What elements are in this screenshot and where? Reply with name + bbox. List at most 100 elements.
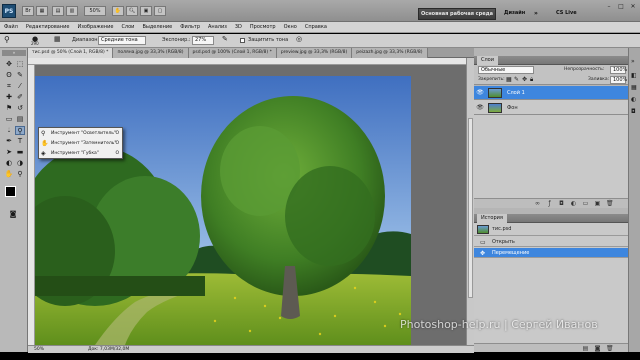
pen-tool-icon[interactable]: ✒ xyxy=(4,137,14,146)
hand-tool-icon[interactable]: ✋ xyxy=(4,170,14,179)
history-item-move[interactable]: ✥ Перемещение xyxy=(474,248,628,258)
menu-view[interactable]: Просмотр xyxy=(250,24,276,30)
minibridge-button[interactable]: ▦ xyxy=(36,6,48,16)
opacity-input[interactable]: 100% xyxy=(610,66,627,74)
tab-document-2[interactable]: поляна.jpg @ 33,3% (RGB/8) xyxy=(113,48,189,58)
menu-filter[interactable]: Фильтр xyxy=(180,24,200,30)
type-tool-icon[interactable]: T xyxy=(15,137,25,146)
menu-analysis[interactable]: Анализ xyxy=(208,24,227,30)
vertical-scrollbar[interactable] xyxy=(466,58,474,345)
tab-document-5[interactable]: peizazh.jpg @ 33,3% (RGB/8) xyxy=(352,48,428,58)
move-tool-icon[interactable]: ✥ xyxy=(4,60,14,69)
menu-3d[interactable]: 3D xyxy=(235,24,242,30)
adjustment-layer-icon[interactable]: ◐ xyxy=(570,200,577,207)
history-brush-tool-icon[interactable]: ↺ xyxy=(15,104,25,113)
tab-history[interactable]: История xyxy=(477,214,507,223)
zoom-level-select[interactable]: 50% xyxy=(84,6,106,16)
toolbar-collapse-icon[interactable]: » xyxy=(2,50,26,56)
brush-tool-icon[interactable]: ✐ xyxy=(15,93,25,102)
masks-panel-icon[interactable]: ◘ xyxy=(631,108,636,115)
clone-stamp-tool-icon[interactable]: ⚑ xyxy=(4,104,14,113)
grid-button[interactable]: ▥ xyxy=(66,6,78,16)
new-snapshot-icon[interactable]: ◙ xyxy=(594,345,601,352)
cs-live-button[interactable]: CS Live xyxy=(556,10,577,16)
dodge-tool-icon[interactable]: ⚲ xyxy=(15,126,25,135)
workspace-design-button[interactable]: Дизайн xyxy=(504,10,525,16)
close-icon[interactable]: ✕ xyxy=(628,3,638,11)
dodge-tool-preset-icon[interactable]: ⚲ xyxy=(4,35,10,44)
arrange-docs-button[interactable]: ▣ xyxy=(140,6,152,16)
panel-collapse-icon[interactable]: » xyxy=(631,58,635,65)
visibility-eye-icon[interactable]: 👁︎ xyxy=(476,104,484,112)
bridge-button[interactable]: Br xyxy=(22,6,34,16)
adjustments-panel-icon[interactable]: ◐ xyxy=(631,96,636,103)
delete-layer-icon[interactable]: 🗑︎ xyxy=(606,200,614,207)
layer-mask-icon[interactable]: ◘ xyxy=(558,200,565,207)
workspace-essentials-button[interactable]: Основная рабочая среда xyxy=(418,8,496,20)
fill-input[interactable]: 100% xyxy=(610,76,627,84)
flyout-item-burn[interactable]: ✋ Инструмент "Затемнитель" O xyxy=(39,139,122,148)
layer-row-layer1[interactable]: 👁︎ Слой 1 xyxy=(474,86,628,100)
zoom-tool-icon[interactable]: ⚲ xyxy=(15,170,25,179)
color-panel-icon[interactable]: ◧ xyxy=(631,72,637,79)
hand-tool-button[interactable]: ✋ xyxy=(112,6,124,16)
lock-transparency-icon[interactable]: ▦ xyxy=(506,76,512,83)
new-group-icon[interactable]: ▭ xyxy=(582,200,589,207)
airbrush-icon[interactable]: ✎ xyxy=(222,35,228,43)
foreground-color-swatch[interactable] xyxy=(5,186,16,197)
quick-select-tool-icon[interactable]: ✎ xyxy=(15,71,25,80)
screen-mode-button[interactable]: ▢ xyxy=(154,6,166,16)
menu-select[interactable]: Выделение xyxy=(142,24,172,30)
lock-position-icon[interactable]: ✥ xyxy=(522,76,527,83)
shape-tool-icon[interactable]: ▬ xyxy=(15,148,25,157)
zoom-tool-button[interactable]: 🔍︎ xyxy=(126,6,138,16)
link-layers-icon[interactable]: ∞ xyxy=(534,200,541,207)
tab-document-1[interactable]: тис.psd @ 50% (Слой 1, RGB/8) * xyxy=(28,48,114,58)
status-zoom[interactable]: 50% xyxy=(34,346,44,353)
new-document-from-state-icon[interactable]: ▤ xyxy=(582,345,589,352)
menu-file[interactable]: Файл xyxy=(4,24,18,30)
extras-button[interactable]: ▤ xyxy=(52,6,64,16)
new-layer-icon[interactable]: ▣ xyxy=(594,200,601,207)
brush-panel-icon[interactable]: ▦ xyxy=(54,35,61,43)
exposure-input[interactable]: 27% xyxy=(192,36,214,45)
gradient-tool-icon[interactable]: ▤ xyxy=(15,115,25,124)
minimize-icon[interactable]: – xyxy=(604,3,614,11)
blur-tool-icon[interactable]: 💧︎ xyxy=(4,126,14,135)
history-item-open[interactable]: ▭ Открыть xyxy=(474,237,628,247)
document-image[interactable] xyxy=(35,76,411,345)
3d-camera-tool-icon[interactable]: ◑ xyxy=(15,159,25,168)
path-select-tool-icon[interactable]: ➤ xyxy=(4,148,14,157)
layer-row-background[interactable]: 👁︎ Фон xyxy=(474,101,628,115)
maximize-icon[interactable]: □ xyxy=(616,3,626,11)
quick-mask-icon[interactable]: ◙ xyxy=(8,210,18,219)
crop-tool-icon[interactable]: ⌗ xyxy=(4,82,14,91)
flyout-item-sponge[interactable]: ◈ Инструмент "Губка" O xyxy=(39,149,122,158)
blend-mode-select[interactable]: Обычные xyxy=(478,66,534,74)
3d-rotate-tool-icon[interactable]: ◐ xyxy=(4,159,14,168)
healing-brush-tool-icon[interactable]: ✚ xyxy=(4,93,14,102)
lock-all-icon[interactable]: 🔒︎ xyxy=(530,76,533,84)
layer-style-icon[interactable]: ƒ xyxy=(546,200,553,207)
tablet-pressure-icon[interactable]: ◎ xyxy=(296,35,302,43)
menu-window[interactable]: Окно xyxy=(284,24,297,30)
lasso-tool-icon[interactable]: ʘ xyxy=(4,71,14,80)
lock-pixels-icon[interactable]: ✎ xyxy=(514,76,519,83)
flyout-item-dodge[interactable]: ⚲ Инструмент "Осветлитель" O xyxy=(39,129,122,138)
menu-image[interactable]: Изображение xyxy=(77,24,113,30)
menu-layers[interactable]: Слои xyxy=(121,24,134,30)
scrollbar-thumb[interactable] xyxy=(468,118,473,298)
protect-tones-checkbox[interactable] xyxy=(240,38,245,43)
menu-edit[interactable]: Редактирование xyxy=(26,24,70,30)
swatches-panel-icon[interactable]: ▦ xyxy=(631,84,637,91)
marquee-tool-icon[interactable]: ⬚ xyxy=(15,60,25,69)
delete-state-icon[interactable]: 🗑︎ xyxy=(606,345,614,352)
menu-help[interactable]: Справка xyxy=(305,24,327,30)
eraser-tool-icon[interactable]: ▭ xyxy=(4,115,14,124)
range-select[interactable]: Средние тона xyxy=(98,36,146,45)
tab-document-4[interactable]: preview.jpg @ 33,3% (RGB/8) xyxy=(276,48,353,58)
eyedropper-tool-icon[interactable]: ⁄ xyxy=(15,82,25,91)
workspace-more-icon[interactable]: » xyxy=(534,10,538,17)
history-snapshot[interactable]: тис.psd xyxy=(474,223,628,236)
tab-layers[interactable]: Слои xyxy=(477,56,498,65)
